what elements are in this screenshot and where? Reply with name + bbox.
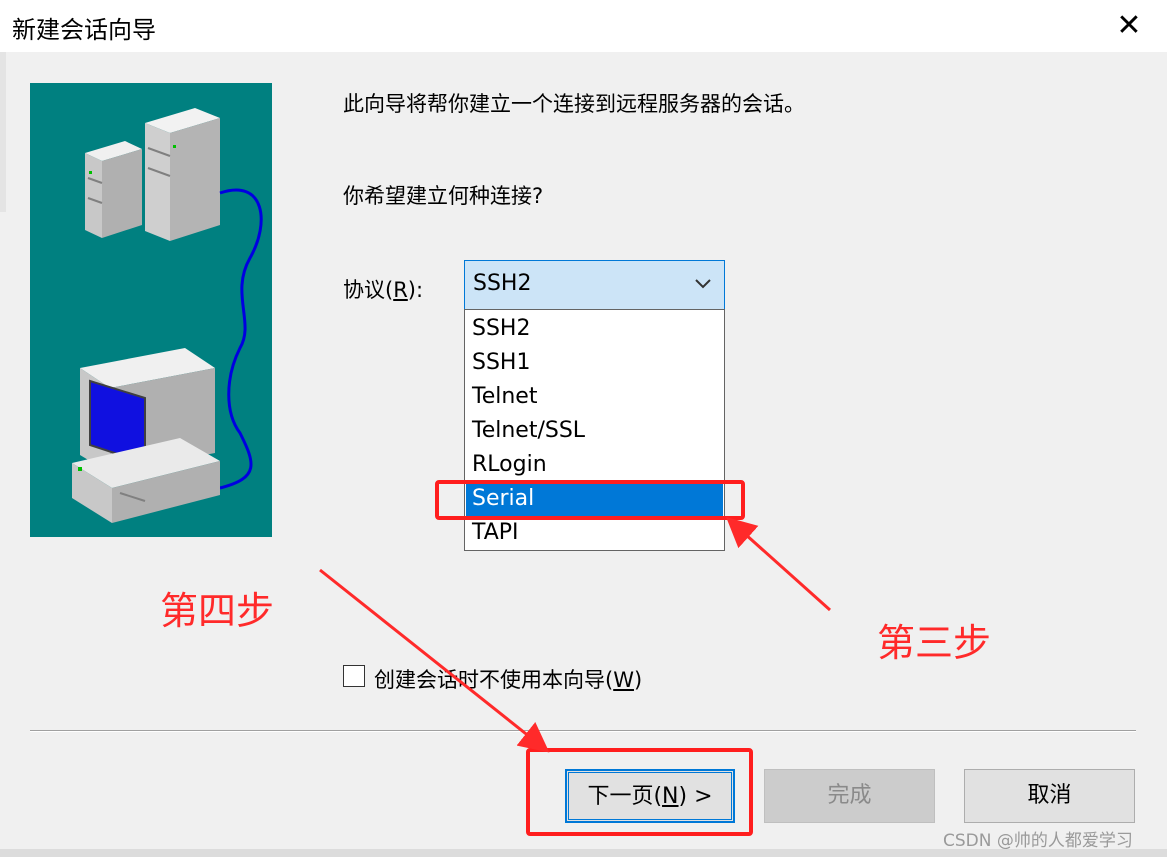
new-session-wizard-dialog: 新建会话向导 ✕ 此向导将帮你建立一个连接到远程服务器的会话。 你希望建立何种连… bbox=[0, 0, 1167, 857]
step3-annotation: 第三步 bbox=[877, 621, 992, 665]
background-window-strip bbox=[0, 849, 1167, 857]
annotation-arrows bbox=[319, 516, 832, 753]
step4-arrow bbox=[319, 568, 550, 753]
watermark: CSDN @帅的人都爱学习 bbox=[943, 831, 1133, 851]
step4-annotation: 第四步 bbox=[160, 589, 275, 633]
step3-arrow bbox=[726, 516, 832, 612]
